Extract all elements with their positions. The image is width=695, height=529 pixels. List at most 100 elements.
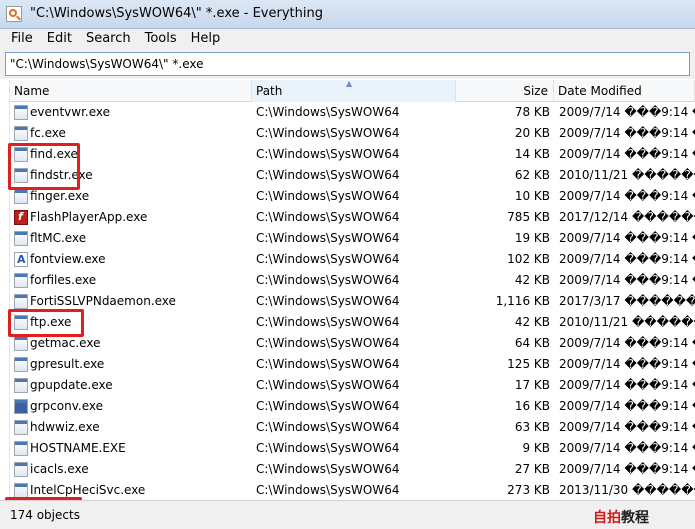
exe-file-icon bbox=[14, 378, 28, 393]
column-header-path[interactable]: Path bbox=[252, 80, 456, 102]
file-date: 2009/7/14 ���9:14 �J bbox=[559, 336, 695, 350]
list-item[interactable]: getmac.exe C:\Windows\SysWOW64 64 KB 200… bbox=[10, 333, 695, 354]
exe-file-icon bbox=[14, 483, 28, 498]
list-item[interactable]: findstr.exe C:\Windows\SysWOW64 62 KB 20… bbox=[10, 165, 695, 186]
exe-file-icon bbox=[14, 126, 28, 141]
results-list: eventvwr.exe C:\Windows\SysWOW64 78 KB 2… bbox=[10, 102, 695, 500]
list-item[interactable]: forfiles.exe C:\Windows\SysWOW64 42 KB 2… bbox=[10, 270, 695, 291]
list-item[interactable]: finger.exe C:\Windows\SysWOW64 10 KB 200… bbox=[10, 186, 695, 207]
list-item[interactable]: gpupdate.exe C:\Windows\SysWOW64 17 KB 2… bbox=[10, 375, 695, 396]
list-item[interactable]: eventvwr.exe C:\Windows\SysWOW64 78 KB 2… bbox=[10, 102, 695, 123]
menu-help[interactable]: Help bbox=[184, 29, 228, 49]
file-path: C:\Windows\SysWOW64 bbox=[256, 294, 400, 308]
list-item[interactable]: icacls.exe C:\Windows\SysWOW64 27 KB 200… bbox=[10, 459, 695, 480]
file-date: 2009/7/14 ���9:14 �J bbox=[559, 441, 695, 455]
column-header-name[interactable]: Name bbox=[10, 80, 252, 102]
site-logo: 自拍教程 bbox=[593, 507, 649, 527]
file-date: 2009/7/14 ���9:14 �J bbox=[559, 126, 695, 140]
menu-file[interactable]: File bbox=[4, 29, 40, 49]
exe-file-icon bbox=[14, 441, 28, 456]
list-item[interactable]: IntelCpHeciSvc.exe C:\Windows\SysWOW64 2… bbox=[10, 480, 695, 500]
list-item[interactable]: gpresult.exe C:\Windows\SysWOW64 125 KB … bbox=[10, 354, 695, 375]
file-name: finger.exe bbox=[30, 189, 90, 203]
file-path: C:\Windows\SysWOW64 bbox=[256, 231, 400, 245]
file-date: 2017/3/17 ������ 15:29 bbox=[559, 294, 695, 308]
list-left-edge bbox=[0, 80, 10, 500]
file-size: 62 KB bbox=[514, 168, 550, 182]
file-path: C:\Windows\SysWOW64 bbox=[256, 378, 400, 392]
file-size: 14 KB bbox=[514, 147, 550, 161]
file-size: 42 KB bbox=[514, 315, 550, 329]
file-name: grpconv.exe bbox=[30, 399, 103, 413]
file-size: 273 KB bbox=[507, 483, 550, 497]
file-size: 9 KB bbox=[522, 441, 550, 455]
file-path: C:\Windows\SysWOW64 bbox=[256, 420, 400, 434]
object-count: 174 objects bbox=[10, 508, 80, 522]
list-item[interactable]: FortiSSLVPNdaemon.exe C:\Windows\SysWOW6… bbox=[10, 291, 695, 312]
list-item[interactable]: ftp.exe C:\Windows\SysWOW64 42 KB 2010/1… bbox=[10, 312, 695, 333]
file-path: C:\Windows\SysWOW64 bbox=[256, 462, 400, 476]
font-viewer-icon: A bbox=[14, 252, 28, 267]
file-path: C:\Windows\SysWOW64 bbox=[256, 168, 400, 182]
file-date: 2010/11/21 ������ 11: bbox=[559, 168, 695, 182]
file-name: gpupdate.exe bbox=[30, 378, 113, 392]
list-item[interactable]: find.exe C:\Windows\SysWOW64 14 KB 2009/… bbox=[10, 144, 695, 165]
file-path: C:\Windows\SysWOW64 bbox=[256, 210, 400, 224]
file-size: 10 KB bbox=[514, 189, 550, 203]
menu-tools[interactable]: Tools bbox=[138, 29, 184, 49]
list-item[interactable]: HOSTNAME.EXE C:\Windows\SysWOW64 9 KB 20… bbox=[10, 438, 695, 459]
file-date: 2009/7/14 ���9:14 �J bbox=[559, 105, 695, 119]
exe-file-icon bbox=[14, 105, 28, 120]
file-path: C:\Windows\SysWOW64 bbox=[256, 315, 400, 329]
file-size: 17 KB bbox=[514, 378, 550, 392]
sort-ascending-icon: ▲ bbox=[346, 79, 353, 88]
flash-player-icon: f bbox=[14, 210, 28, 225]
status-bar: 174 objects 自拍教程 bbox=[0, 500, 695, 529]
list-item[interactable]: A fontview.exe C:\Windows\SysWOW64 102 K… bbox=[10, 249, 695, 270]
file-name: FortiSSLVPNdaemon.exe bbox=[30, 294, 176, 308]
file-size: 78 KB bbox=[514, 105, 550, 119]
exe-file-icon bbox=[14, 147, 28, 162]
file-name: gpresult.exe bbox=[30, 357, 105, 371]
file-size: 125 KB bbox=[507, 357, 550, 371]
exe-file-icon bbox=[14, 294, 28, 309]
file-path: C:\Windows\SysWOW64 bbox=[256, 252, 400, 266]
file-name: ftp.exe bbox=[30, 315, 72, 329]
file-size: 20 KB bbox=[514, 126, 550, 140]
list-item[interactable]: hdwwiz.exe C:\Windows\SysWOW64 63 KB 200… bbox=[10, 417, 695, 438]
list-item[interactable]: fltMC.exe C:\Windows\SysWOW64 19 KB 2009… bbox=[10, 228, 695, 249]
search-bar bbox=[0, 49, 695, 79]
file-date: 2017/12/14 ������ 10: bbox=[559, 210, 695, 224]
list-item[interactable]: grpconv.exe C:\Windows\SysWOW64 16 KB 20… bbox=[10, 396, 695, 417]
group-convert-icon bbox=[14, 399, 28, 414]
hardware-wizard-icon bbox=[14, 420, 28, 435]
file-size: 63 KB bbox=[514, 420, 550, 434]
menu-edit[interactable]: Edit bbox=[40, 29, 79, 49]
menu-search[interactable]: Search bbox=[79, 29, 138, 49]
file-name: eventvwr.exe bbox=[30, 105, 111, 119]
file-name: forfiles.exe bbox=[30, 273, 97, 287]
column-header-size[interactable]: Size bbox=[456, 80, 554, 102]
file-name: HOSTNAME.EXE bbox=[30, 441, 126, 455]
list-item[interactable]: fc.exe C:\Windows\SysWOW64 20 KB 2009/7/… bbox=[10, 123, 695, 144]
exe-file-icon bbox=[14, 336, 28, 351]
file-path: C:\Windows\SysWOW64 bbox=[256, 105, 400, 119]
file-size: 42 KB bbox=[514, 273, 550, 287]
list-item[interactable]: f FlashPlayerApp.exe C:\Windows\SysWOW64… bbox=[10, 207, 695, 228]
file-size: 64 KB bbox=[514, 336, 550, 350]
column-header-date-modified[interactable]: Date Modified bbox=[554, 80, 695, 102]
file-size: 27 KB bbox=[514, 462, 550, 476]
file-size: 102 KB bbox=[507, 252, 550, 266]
file-size: 19 KB bbox=[514, 231, 550, 245]
file-path: C:\Windows\SysWOW64 bbox=[256, 336, 400, 350]
search-input[interactable] bbox=[5, 52, 690, 76]
exe-file-icon bbox=[14, 231, 28, 246]
exe-file-icon bbox=[14, 189, 28, 204]
file-date: 2009/7/14 ���9:14 �J bbox=[559, 189, 695, 203]
file-name: hdwwiz.exe bbox=[30, 420, 100, 434]
file-date: 2009/7/14 ���9:14 �J bbox=[559, 147, 695, 161]
file-name: fc.exe bbox=[30, 126, 66, 140]
file-date: 2009/7/14 ���9:14 �J bbox=[559, 399, 695, 413]
menu-bar: File Edit Search Tools Help bbox=[0, 29, 695, 49]
file-path: C:\Windows\SysWOW64 bbox=[256, 399, 400, 413]
